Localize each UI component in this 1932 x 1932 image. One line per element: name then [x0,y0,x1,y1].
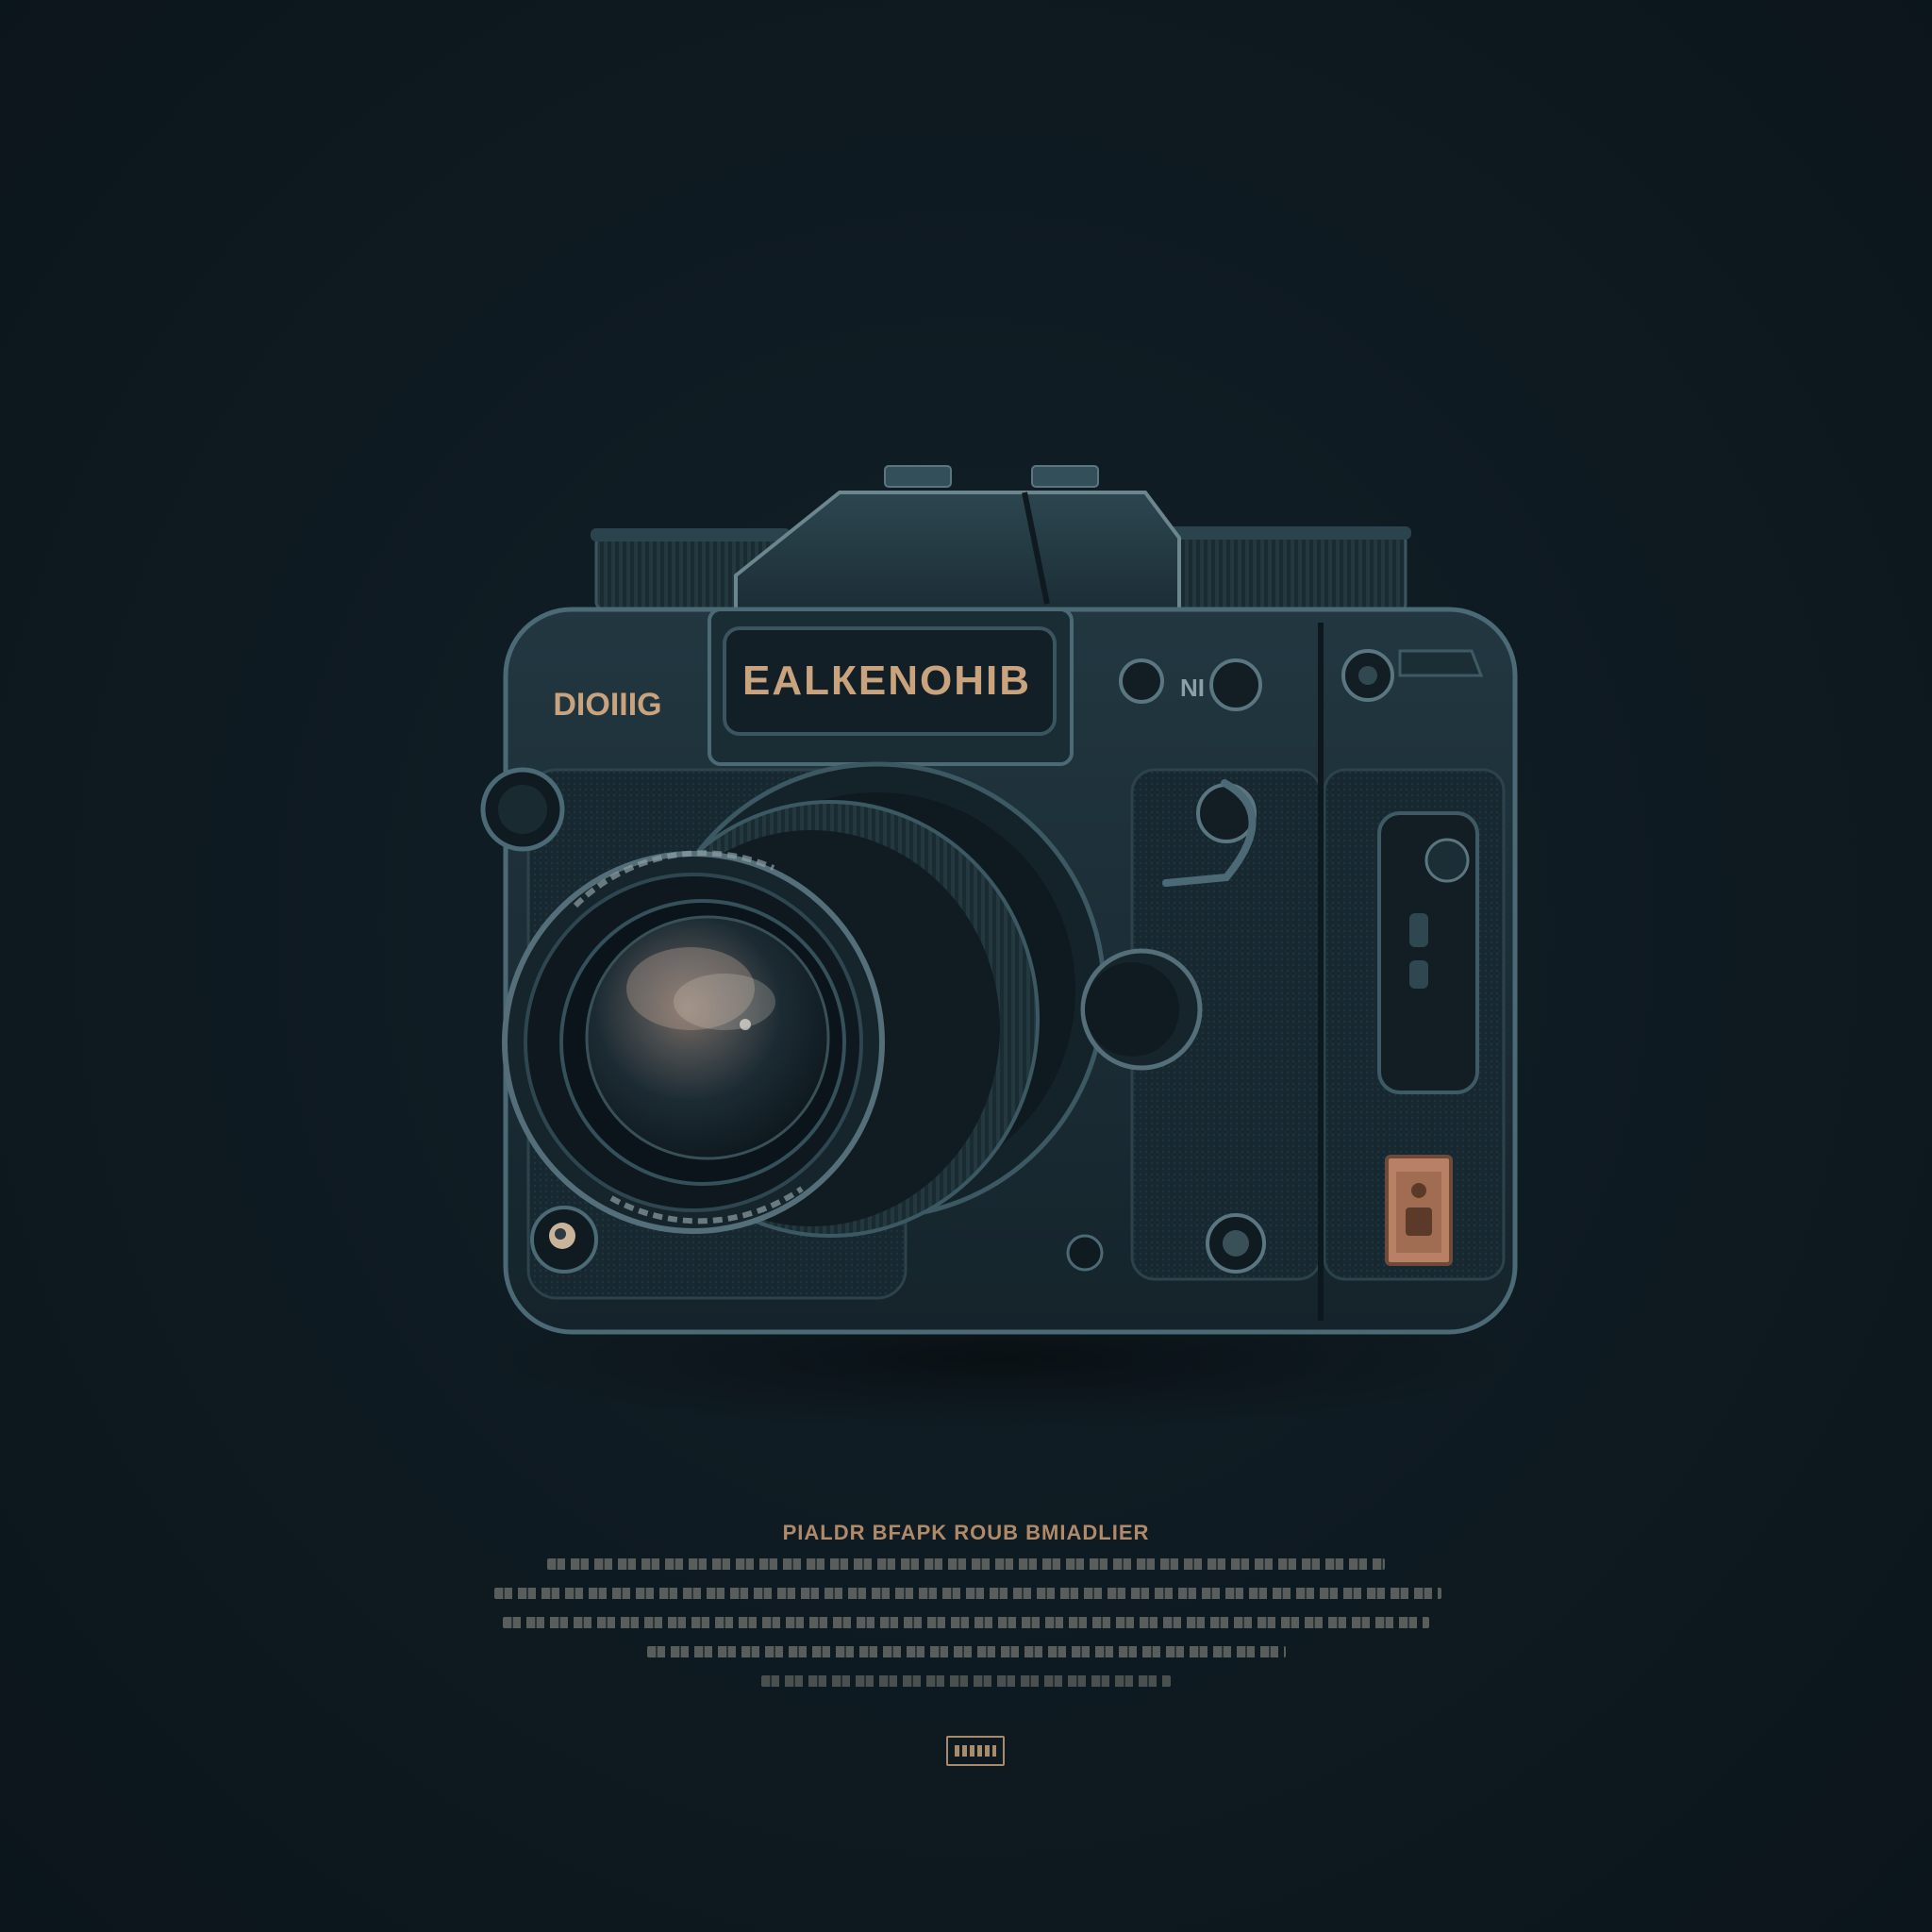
caption-text-line [761,1675,1171,1687]
caption-text-line [646,1646,1286,1657]
prism-housing [734,491,1181,625]
strap-lug [480,767,565,852]
side-latch [1377,811,1479,1094]
aperture-knob [1080,948,1203,1071]
poster: ЕАLКЕNОНIВ DIOIIIG NI PIALDR BFAPK ROUB … [0,0,1932,1932]
caption-text-line [503,1617,1429,1628]
top-plate-label: ЕАLКЕNОНIВ [742,658,1031,704]
copper-badge [1385,1155,1453,1266]
mode-button [1119,658,1164,704]
dial-button [1209,658,1262,711]
shoe-pin-left [884,465,952,488]
side-label: DIOIIIG [553,687,661,723]
caption-title: PIALDR BFAPK ROUB BMIADLIER [782,1521,1150,1544]
screw-bottom-center [1066,1234,1104,1272]
lens-glass [585,915,830,1160]
shoe-pin-right [1031,465,1099,488]
right-top-dial [1151,526,1411,613]
caption-text-line [547,1558,1385,1570]
shutter-release-left [530,1206,598,1274]
caption-block: PIALDR BFAPK ROUB BMIADLIER [494,1521,1441,1705]
footer-logo-mark [955,1745,996,1757]
dial-label: NI [1180,674,1205,702]
screw-bottom-right [1206,1213,1266,1274]
caption-text-line [494,1588,1441,1599]
footer-logo [946,1736,1005,1766]
